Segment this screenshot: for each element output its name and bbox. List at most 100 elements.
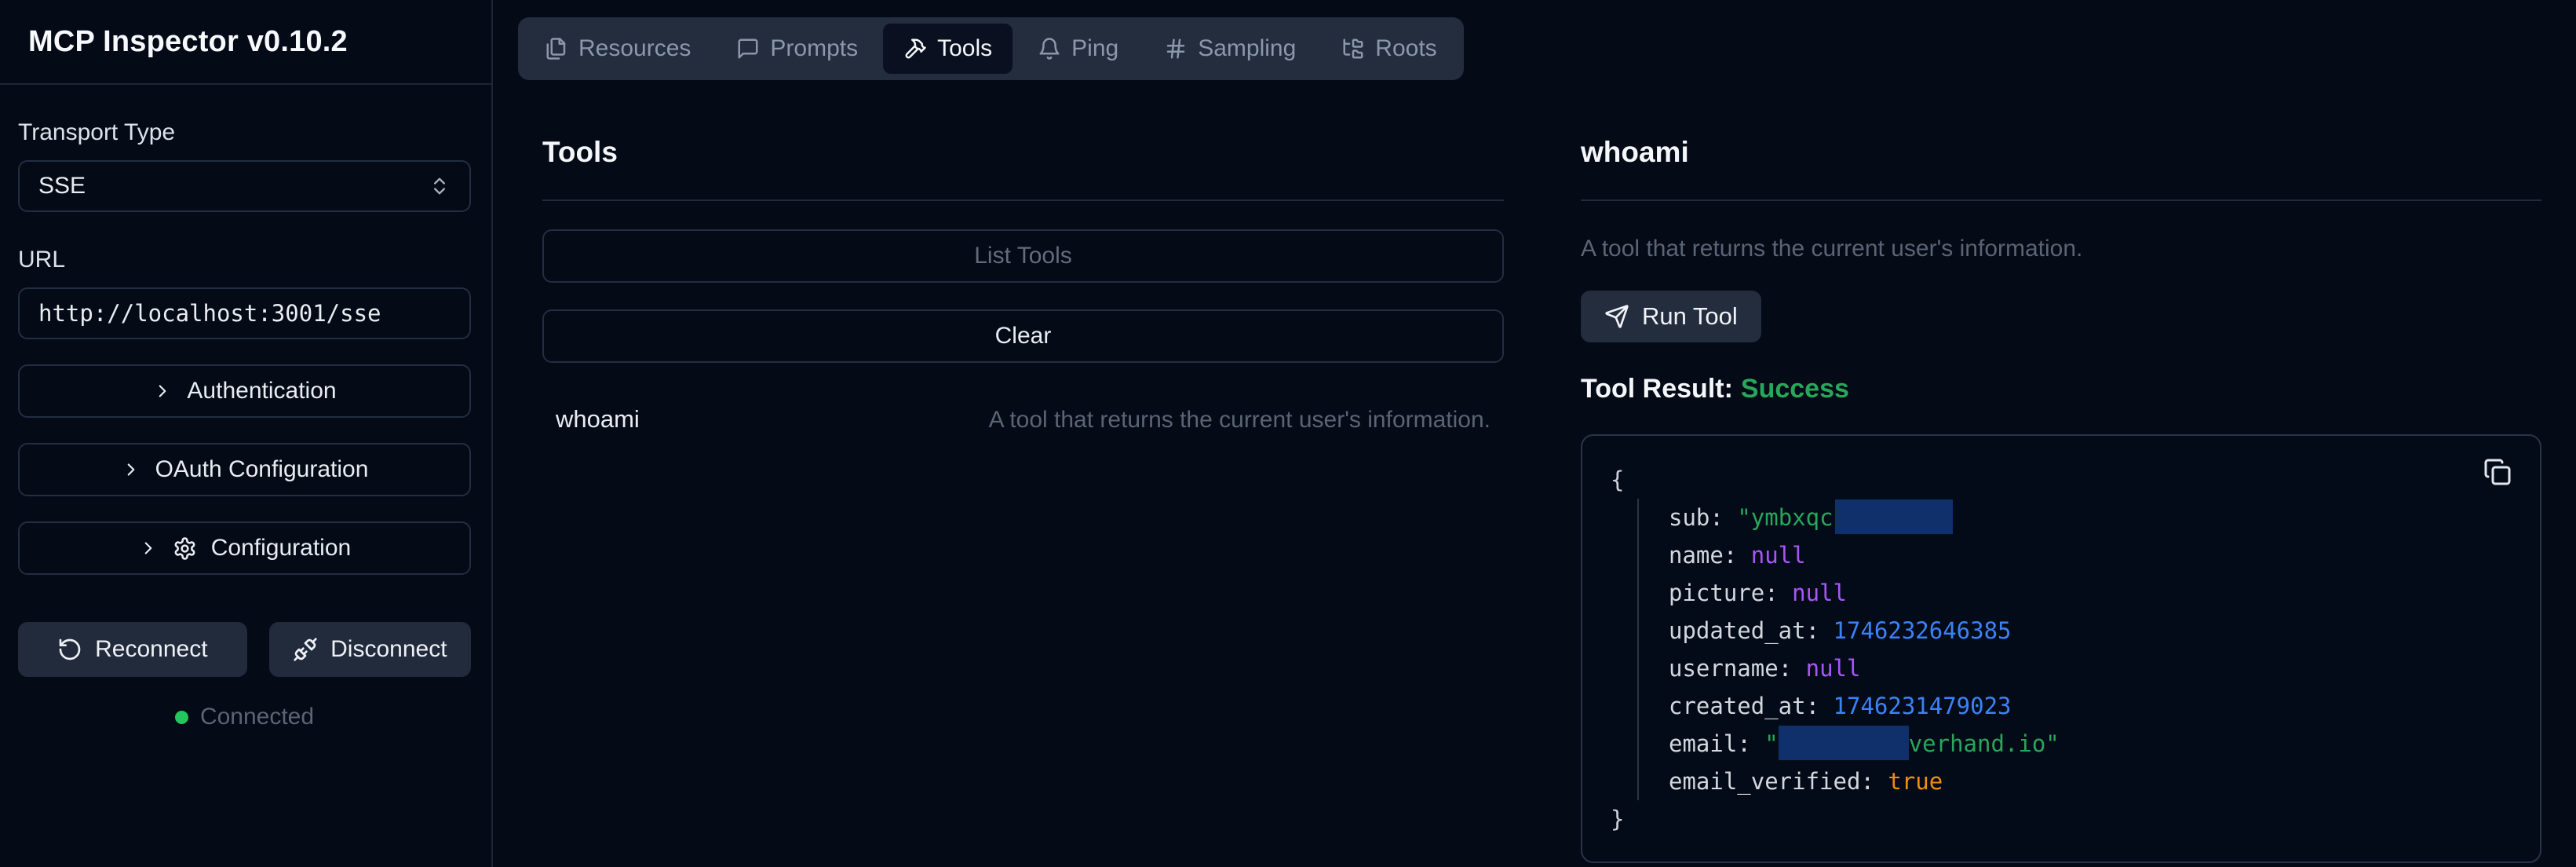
app-root: MCP Inspector v0.10.2 Transport Type SSE… bbox=[0, 0, 2576, 867]
tool-detail-heading: whoami bbox=[1581, 135, 2541, 170]
json-field-picture: picture: null bbox=[1669, 574, 2512, 612]
json-string-value: "ymbxqc bbox=[1737, 504, 1833, 531]
tool-result-status: Success bbox=[1741, 374, 1849, 404]
content-columns: Tools List Tools Clear whoami A tool tha… bbox=[493, 80, 2576, 867]
reconnect-button[interactable]: Reconnect bbox=[18, 622, 247, 677]
tabbar-wrap: Resources Prompts Tools bbox=[493, 0, 2576, 80]
clear-tools-button[interactable]: Clear bbox=[542, 309, 1504, 363]
configuration-accordion-button[interactable]: Configuration bbox=[18, 521, 471, 575]
transport-type-label: Transport Type bbox=[18, 119, 471, 146]
json-separator: : bbox=[1764, 580, 1792, 606]
json-key: email bbox=[1669, 730, 1737, 757]
divider bbox=[542, 199, 1504, 201]
run-tool-button[interactable]: Run Tool bbox=[1581, 291, 1761, 342]
json-separator: : bbox=[1806, 693, 1833, 719]
json-key: updated_at bbox=[1669, 617, 1806, 644]
redaction-overlay bbox=[1779, 726, 1909, 760]
json-field-name: name: null bbox=[1669, 536, 2512, 574]
json-key: username bbox=[1669, 655, 1779, 682]
tab-tools[interactable]: Tools bbox=[883, 24, 1013, 74]
configuration-label: Configuration bbox=[211, 535, 351, 562]
tool-list-item-whoami[interactable]: whoami A tool that returns the current u… bbox=[542, 405, 1504, 434]
tab-prompts[interactable]: Prompts bbox=[716, 24, 878, 74]
sidebar: MCP Inspector v0.10.2 Transport Type SSE… bbox=[0, 0, 493, 867]
json-separator: : bbox=[1779, 655, 1806, 682]
redaction-overlay bbox=[1835, 499, 1953, 534]
json-key: email_verified bbox=[1669, 768, 1860, 795]
json-field-username: username: null bbox=[1669, 649, 2512, 687]
bell-icon bbox=[1038, 37, 1061, 60]
tool-result-label: Tool Result: bbox=[1581, 374, 1733, 404]
hammer-icon bbox=[903, 37, 927, 60]
json-number-value: 1746231479023 bbox=[1833, 693, 2012, 719]
tool-detail-panel: whoami A tool that returns the current u… bbox=[1532, 80, 2576, 867]
list-tools-button[interactable]: List Tools bbox=[542, 229, 1504, 283]
unplug-icon bbox=[293, 637, 318, 662]
json-separator: : bbox=[1860, 768, 1888, 795]
json-key: created_at bbox=[1669, 693, 1806, 719]
authentication-accordion-button[interactable]: Authentication bbox=[18, 364, 471, 418]
json-field-sub: sub: "ymbxqc bbox=[1669, 499, 2512, 536]
tabbar: Resources Prompts Tools bbox=[518, 17, 1464, 80]
transport-type-select[interactable]: SSE bbox=[18, 160, 471, 212]
chevrons-up-down-icon bbox=[429, 175, 451, 197]
tab-ping[interactable]: Ping bbox=[1017, 24, 1139, 74]
chevron-right-icon bbox=[152, 381, 173, 401]
tab-resources[interactable]: Resources bbox=[524, 24, 711, 74]
json-null-value: null bbox=[1806, 655, 1861, 682]
sidebar-body: Transport Type SSE URL Authentication OA… bbox=[0, 119, 491, 730]
connection-status: Connected bbox=[18, 704, 471, 730]
divider bbox=[1581, 199, 2541, 201]
json-separator: : bbox=[1806, 617, 1833, 644]
oauth-configuration-label: OAuth Configuration bbox=[155, 456, 369, 483]
json-key: picture bbox=[1669, 580, 1764, 606]
connection-buttons: Reconnect Disconnect bbox=[18, 622, 471, 677]
status-text: Connected bbox=[200, 704, 314, 730]
tab-roots[interactable]: Roots bbox=[1321, 24, 1457, 74]
send-icon bbox=[1604, 304, 1629, 329]
message-square-icon bbox=[736, 37, 760, 60]
tool-name: whoami bbox=[556, 405, 640, 434]
json-key: sub bbox=[1669, 504, 1709, 531]
gear-icon bbox=[173, 536, 197, 561]
json-number-value: 1746232646385 bbox=[1833, 617, 2012, 644]
json-open-brace: { bbox=[1611, 461, 2512, 499]
status-dot-icon bbox=[175, 711, 188, 724]
json-null-value: null bbox=[1792, 580, 1847, 606]
copy-button[interactable] bbox=[2483, 456, 2515, 488]
disconnect-button[interactable]: Disconnect bbox=[269, 622, 471, 677]
json-object-block: sub: "ymbxqc name: null picture: null up… bbox=[1637, 499, 2512, 800]
tool-detail-description: A tool that returns the current user's i… bbox=[1581, 236, 2541, 262]
oauth-configuration-accordion-button[interactable]: OAuth Configuration bbox=[18, 443, 471, 496]
tool-description: A tool that returns the current user's i… bbox=[989, 407, 1491, 434]
url-input[interactable] bbox=[18, 287, 471, 339]
sidebar-header: MCP Inspector v0.10.2 bbox=[0, 0, 491, 85]
json-close-brace: } bbox=[1611, 800, 2512, 838]
chevron-right-icon bbox=[121, 459, 141, 480]
json-string-value: verhand.io" bbox=[1909, 730, 2060, 757]
tab-label: Resources bbox=[578, 35, 691, 62]
rotate-ccw-icon bbox=[57, 637, 82, 662]
tab-label: Prompts bbox=[770, 35, 858, 62]
files-icon bbox=[545, 37, 568, 60]
url-label: URL bbox=[18, 247, 471, 273]
copy-icon bbox=[2483, 458, 2512, 486]
run-tool-label: Run Tool bbox=[1642, 302, 1738, 331]
folder-tree-icon bbox=[1341, 37, 1365, 60]
chevron-right-icon bbox=[138, 538, 159, 558]
json-field-created-at: created_at: 1746231479023 bbox=[1669, 687, 2512, 725]
json-field-email: email: "verhand.io" bbox=[1669, 725, 2512, 763]
tool-result-json-viewer: { sub: "ymbxqc name: null picture: null … bbox=[1581, 434, 2541, 863]
json-field-email-verified: email_verified: true bbox=[1669, 763, 2512, 800]
transport-type-value: SSE bbox=[38, 173, 86, 199]
reconnect-label: Reconnect bbox=[95, 636, 207, 663]
json-separator: : bbox=[1737, 730, 1764, 757]
tab-sampling[interactable]: Sampling bbox=[1144, 24, 1316, 74]
json-key: name bbox=[1669, 542, 1724, 569]
json-separator: : bbox=[1724, 542, 1751, 569]
tab-label: Roots bbox=[1375, 35, 1436, 62]
tools-list-panel: Tools List Tools Clear whoami A tool tha… bbox=[493, 80, 1532, 867]
tools-panel-heading: Tools bbox=[542, 135, 1504, 170]
main-area: Resources Prompts Tools bbox=[493, 0, 2576, 867]
json-separator: : bbox=[1709, 504, 1737, 531]
